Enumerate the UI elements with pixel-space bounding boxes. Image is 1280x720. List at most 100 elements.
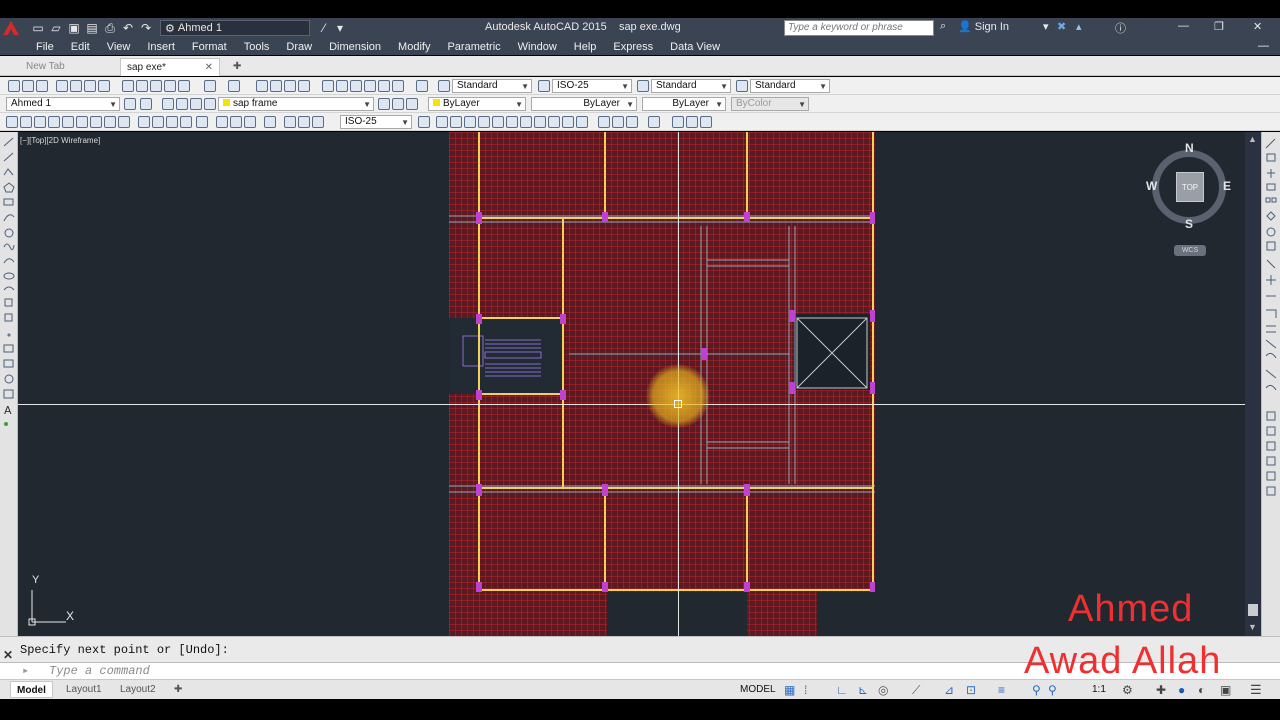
dim-continue-icon[interactable] [152, 116, 164, 128]
scroll-thumb[interactable] [1248, 604, 1258, 616]
paste-icon[interactable] [150, 80, 162, 92]
properties-icon[interactable] [322, 80, 334, 92]
menu-parametric[interactable]: Parametric [447, 41, 500, 53]
dim-radius-icon[interactable] [62, 116, 74, 128]
ribbon-minimize-icon[interactable]: — [1258, 40, 1269, 52]
autocad-logo-icon[interactable] [0, 18, 22, 38]
dim-style-select[interactable]: ISO-25 ▼ [552, 79, 632, 93]
dim-jogged-icon[interactable] [76, 116, 88, 128]
menu-view[interactable]: View [107, 41, 131, 53]
lineweight-icon[interactable]: ≡ [998, 683, 1005, 697]
menu-dimension[interactable]: Dimension [329, 41, 381, 53]
layer-plot-icon[interactable] [204, 98, 216, 110]
layout-tab-layout1[interactable]: Layout1 [60, 681, 108, 698]
open-icon[interactable] [22, 80, 34, 92]
layer-previous-icon[interactable] [392, 98, 404, 110]
add-layout-icon[interactable]: ✚ [168, 681, 188, 698]
workspace-selector[interactable]: ⚙ Ahmed 1 [160, 20, 310, 36]
dim-style-icon[interactable] [538, 80, 550, 92]
dim-angular-icon[interactable] [104, 116, 116, 128]
layer-lock-icon[interactable] [190, 98, 202, 110]
redo-icon[interactable] [228, 80, 240, 92]
add-tab-icon[interactable]: ✚ [230, 58, 246, 76]
color-select[interactable]: ByLayer ▼ [428, 97, 526, 111]
scroll-up-icon[interactable]: ▲ [1248, 134, 1257, 144]
isodraft-icon[interactable]: ◎ [878, 683, 888, 697]
plot-icon[interactable]: ⎙ [102, 20, 118, 36]
customization-menu-icon[interactable]: ☰ [1250, 682, 1262, 698]
exchange-apps-icon[interactable]: ✖ [1057, 20, 1066, 33]
mleader-style-select[interactable]: Standard ▼ [750, 79, 830, 93]
osnap-midpoint-icon[interactable] [450, 116, 462, 128]
osnap-parallel-icon[interactable] [562, 116, 574, 128]
pan-icon[interactable] [256, 80, 268, 92]
annotation-visibility-icon[interactable]: ⚲ [1032, 683, 1041, 697]
osnap-perpendicular-icon[interactable] [548, 116, 560, 128]
dim-baseline-icon[interactable] [138, 116, 150, 128]
viewcube[interactable]: TOP N S E W [1146, 141, 1231, 231]
annotation-autoscale-icon[interactable]: ⚲ [1048, 683, 1057, 697]
binoculars-icon[interactable]: ⌕ [940, 20, 946, 33]
text-style-icon[interactable] [438, 80, 450, 92]
osnap-tracking-icon[interactable]: ⟋ [912, 683, 920, 698]
publish-icon[interactable] [84, 80, 96, 92]
dim-aligned-icon[interactable] [20, 116, 32, 128]
save-as-icon[interactable]: ▤ [84, 20, 100, 36]
customize-qat-icon[interactable]: ▾ [332, 20, 348, 36]
vertical-scrollbar[interactable]: ▲ ▼ [1245, 132, 1261, 636]
table-style-icon[interactable] [637, 80, 649, 92]
tolerance-icon[interactable] [196, 116, 208, 128]
model-space-button[interactable]: MODEL [740, 684, 776, 695]
compass-north[interactable]: N [1185, 141, 1194, 155]
cut-icon[interactable] [122, 80, 134, 92]
design-center-icon[interactable] [336, 80, 348, 92]
layout-viewports-icon[interactable] [672, 116, 684, 128]
quickcalc-icon[interactable] [392, 80, 404, 92]
modify-tool-icons[interactable] [1262, 132, 1280, 502]
tab-sap-exe[interactable]: sap exe* ✕ [120, 58, 220, 76]
drawing-canvas[interactable]: [−][Top][2D Wireframe] TOP N S E W WCS Y… [18, 132, 1245, 636]
osnap-extension-icon[interactable] [492, 116, 504, 128]
layer-on-icon[interactable] [162, 98, 174, 110]
tab-new-tab[interactable]: New Tab [20, 58, 118, 76]
osnap-center-icon[interactable] [506, 116, 518, 128]
menu-format[interactable]: Format [192, 41, 227, 53]
menu-edit[interactable]: Edit [71, 41, 90, 53]
center-mark-icon[interactable] [216, 116, 228, 128]
match-properties-icon[interactable]: ⁄ [316, 20, 332, 36]
dim-linear-icon[interactable] [6, 116, 18, 128]
block-editor-icon[interactable] [178, 80, 190, 92]
dynamic-ucs-icon[interactable]: ⊡ [966, 683, 976, 697]
menu-insert[interactable]: Insert [147, 41, 175, 53]
close-tab-icon[interactable]: ✕ [205, 59, 213, 77]
save-icon[interactable]: ▣ [66, 20, 82, 36]
zoom-window-icon[interactable] [284, 80, 296, 92]
linetype-select[interactable]: ByLayer ▼ [531, 97, 637, 111]
quick-dim-icon[interactable] [118, 116, 130, 128]
undo-icon[interactable]: ↶ [120, 20, 136, 36]
dim-override-icon[interactable] [418, 116, 430, 128]
layout-tab-layout2[interactable]: Layout2 [114, 681, 162, 698]
workspace-select[interactable]: Ahmed 1 ▼ [6, 97, 120, 111]
new-file-icon[interactable]: ▭ [30, 20, 46, 36]
qnew-icon[interactable] [8, 80, 20, 92]
menu-tools[interactable]: Tools [244, 41, 270, 53]
menu-data-view[interactable]: Data View [670, 41, 720, 53]
plot-preview-icon[interactable] [70, 80, 82, 92]
viewport-controls[interactable]: [−][Top][2D Wireframe] [20, 136, 100, 145]
viewcube-top-face[interactable]: TOP [1176, 172, 1204, 202]
plot-icon[interactable] [56, 80, 68, 92]
save-icon[interactable] [36, 80, 48, 92]
osnap-nearest-icon[interactable] [612, 116, 624, 128]
compass-west[interactable]: W [1146, 179, 1157, 193]
mleader-style-icon[interactable] [736, 80, 748, 92]
ucs-menu-button[interactable]: WCS [1174, 245, 1206, 256]
viewport-scale-icon[interactable] [700, 116, 712, 128]
compass-east[interactable]: E [1223, 179, 1231, 193]
isolate-objects-icon[interactable]: ◐ [1198, 683, 1205, 697]
dim-diameter-icon[interactable] [90, 116, 102, 128]
osnap-apparent-icon[interactable] [478, 116, 490, 128]
layout-tab-model[interactable]: Model [10, 681, 53, 698]
redo-icon[interactable]: ↷ [138, 20, 154, 36]
hardware-acceleration-icon[interactable]: ● [1178, 683, 1185, 697]
